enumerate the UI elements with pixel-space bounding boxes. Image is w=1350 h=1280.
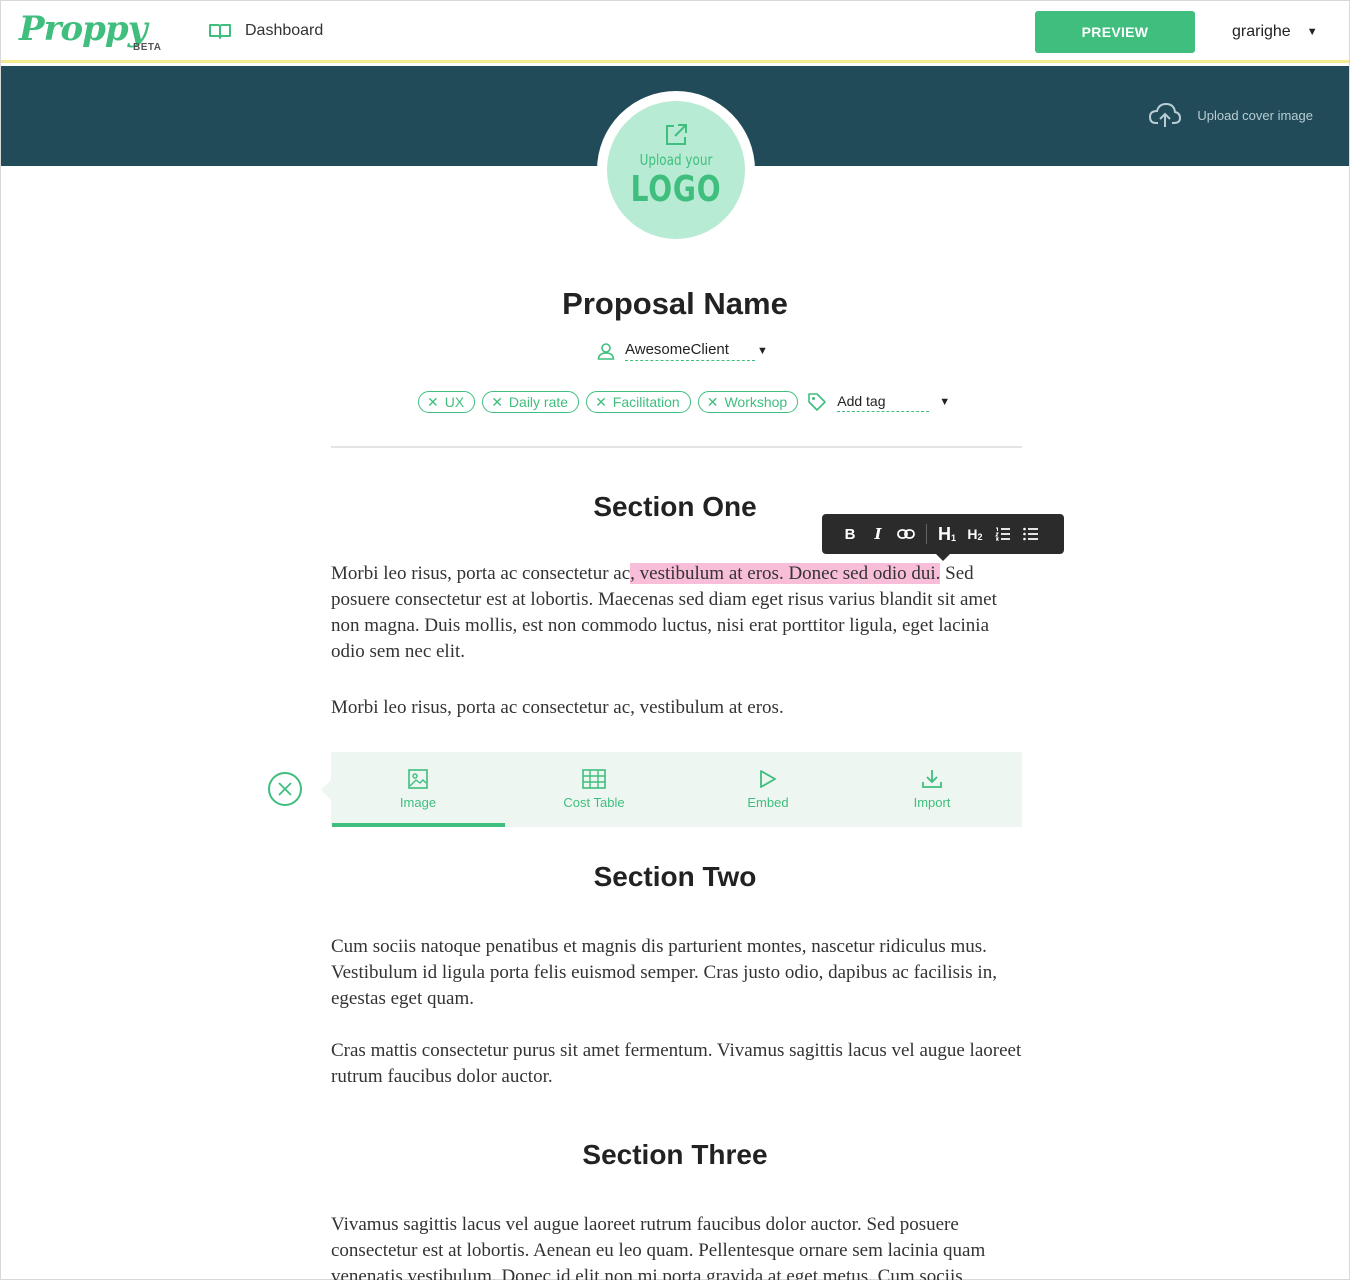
- table-icon: [582, 769, 606, 789]
- bulleted-list-icon: [1023, 527, 1038, 541]
- user-icon: [597, 343, 615, 360]
- insert-item-label: Image: [399, 795, 437, 810]
- toolbar-separator: [926, 524, 927, 544]
- upload-logo-button[interactable]: Upload your LOGO: [607, 101, 745, 239]
- chevron-down-icon[interactable]: ▼: [939, 396, 950, 408]
- section-heading[interactable]: Section Two: [1, 861, 1349, 893]
- toolbar-pointer: [936, 554, 950, 561]
- tag-workshop[interactable]: ✕ Workshop: [697, 391, 799, 413]
- chevron-down-icon: ▼: [1306, 26, 1318, 38]
- paragraph-text: Morbi leo risus, porta ac consectetur ac: [331, 563, 631, 584]
- proppy-logo[interactable]: Proppy BETA: [19, 9, 161, 53]
- upload-cover-button[interactable]: Upload cover image: [1149, 102, 1313, 128]
- play-icon: [760, 770, 776, 788]
- insert-cost-table-button[interactable]: Cost Table: [505, 752, 683, 827]
- client-name: AwesomeClient: [625, 341, 755, 361]
- tag-list: ✕ UX ✕ Daily rate ✕ Facilitation ✕ Workshop …: [418, 391, 950, 413]
- dashboard-link[interactable]: Dashboard: [209, 22, 323, 40]
- heading-2-button[interactable]: H2: [961, 514, 989, 554]
- close-insert-button[interactable]: [268, 772, 302, 806]
- section-heading[interactable]: Section Three: [1, 1139, 1349, 1171]
- book-icon: [209, 24, 231, 39]
- brand-name: Proppy: [19, 9, 147, 49]
- proposal-title[interactable]: Proposal Name: [1, 286, 1349, 322]
- remove-tag-icon[interactable]: ✕: [595, 395, 607, 409]
- link-button[interactable]: [892, 514, 920, 554]
- insert-item-label: Cost Table: [563, 795, 625, 810]
- remove-tag-icon[interactable]: ✕: [707, 395, 719, 409]
- upload-cover-label: Upload cover image: [1197, 107, 1313, 123]
- link-icon: [897, 529, 915, 539]
- client-selector[interactable]: AwesomeClient ▼: [597, 341, 768, 361]
- tag-ux[interactable]: ✕ UX: [418, 391, 476, 413]
- section-paragraph[interactable]: Vivamus sagittis lacus vel augue laoreet…: [331, 1212, 1022, 1280]
- heading-1-button[interactable]: H1: [933, 514, 961, 554]
- logo-big-text: LOGO: [630, 169, 722, 210]
- remove-tag-icon[interactable]: ✕: [427, 395, 439, 409]
- formatting-toolbar: B I H1 H2: [822, 514, 1064, 554]
- beta-badge: BETA: [133, 42, 162, 53]
- bulleted-list-button[interactable]: [1017, 514, 1045, 554]
- user-menu[interactable]: grarighe ▼: [1232, 23, 1318, 41]
- top-bar: Proppy BETA Dashboard PREVIEW grarighe ▼: [1, 1, 1349, 63]
- section-paragraph[interactable]: Cum sociis natoque penatibus et magnis d…: [331, 934, 1022, 1012]
- tag-facilitation[interactable]: ✕ Facilitation: [586, 391, 691, 413]
- close-icon: [278, 782, 292, 796]
- section-paragraph[interactable]: Cras mattis consectetur purus sit amet f…: [331, 1038, 1022, 1090]
- remove-tag-icon[interactable]: ✕: [491, 395, 503, 409]
- ordered-list-button[interactable]: [989, 514, 1017, 554]
- tag-label: UX: [444, 394, 465, 410]
- selected-text[interactable]: , vestibulum at eros. Donec sed odio dui…: [630, 563, 941, 584]
- insert-import-button[interactable]: Import: [853, 752, 1011, 827]
- tag-label: Workshop: [724, 394, 788, 410]
- ordered-list-icon: [995, 527, 1010, 541]
- tag-icon: [808, 393, 827, 411]
- cloud-upload-icon: [1149, 102, 1182, 127]
- add-tag-field[interactable]: Add tag ▼: [807, 392, 950, 412]
- insert-menu: Image Cost Table Embed Import: [321, 752, 1022, 827]
- bold-button[interactable]: B: [836, 514, 864, 554]
- download-icon: [922, 770, 942, 788]
- add-tag-input[interactable]: Add tag: [837, 393, 930, 412]
- section-heading[interactable]: Section One: [1, 491, 1349, 523]
- section-paragraph[interactable]: Morbi leo risus, porta ac consectetur ac…: [331, 561, 1022, 665]
- insert-item-label: Import: [913, 795, 951, 810]
- tag-label: Daily rate: [508, 394, 569, 410]
- logo-small-text: Upload your: [639, 151, 713, 169]
- image-icon: [408, 769, 428, 789]
- preview-button[interactable]: PREVIEW: [1035, 11, 1195, 53]
- chevron-down-icon: ▼: [757, 345, 768, 357]
- tag-label: Facilitation: [612, 394, 680, 410]
- dashboard-label: Dashboard: [245, 22, 324, 39]
- tag-daily-rate[interactable]: ✕ Daily rate: [482, 391, 580, 413]
- section-paragraph[interactable]: Morbi leo risus, porta ac consectetur ac…: [331, 695, 1022, 721]
- insert-image-button[interactable]: Image: [331, 752, 505, 827]
- insert-embed-button[interactable]: Embed: [683, 752, 853, 827]
- external-link-icon: [666, 124, 687, 145]
- insert-item-label: Embed: [747, 795, 789, 810]
- header-divider: [331, 446, 1022, 448]
- italic-button[interactable]: I: [864, 514, 892, 554]
- username: grarighe: [1232, 23, 1291, 40]
